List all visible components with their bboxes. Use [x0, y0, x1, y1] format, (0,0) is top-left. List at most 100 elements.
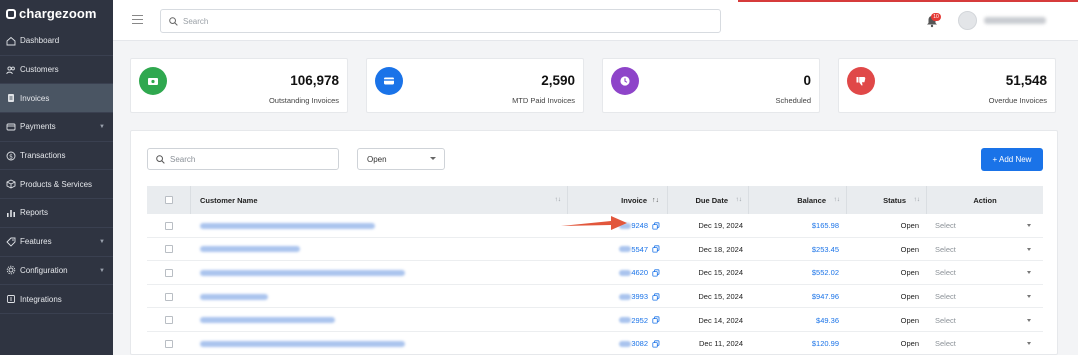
chevron-down-icon [430, 157, 436, 160]
sidebar-item-dashboard[interactable]: Dashboard [0, 27, 113, 56]
sidebar-item-products-services[interactable]: Products & Services [0, 170, 113, 200]
add-new-button[interactable]: + Add New [981, 148, 1043, 171]
balance-link[interactable]: $253.45 [749, 238, 847, 262]
customer-name-redacted[interactable] [200, 246, 300, 253]
action-select[interactable]: Select [927, 238, 1043, 262]
invoice-link[interactable]: 2952 [631, 316, 648, 325]
sidebar-item-invoices[interactable]: Invoices [0, 84, 113, 114]
action-select[interactable]: Select [927, 214, 1043, 238]
action-select[interactable]: Select [927, 285, 1043, 309]
invoice-link[interactable]: 3082 [631, 339, 648, 348]
balance-link[interactable]: $120.99 [749, 332, 847, 355]
global-search[interactable] [160, 9, 721, 33]
sidebar-item-label: Invoices [20, 93, 50, 103]
column-customer-name[interactable]: Customer Name ↑↓ [191, 186, 568, 214]
action-select[interactable]: Select [927, 261, 1043, 285]
hamburger-menu-icon[interactable] [132, 15, 143, 24]
sidebar-item-label: Payments [20, 122, 56, 132]
copy-icon[interactable] [652, 269, 660, 277]
customer-name-redacted[interactable] [200, 269, 405, 276]
stat-value: 106,978 [290, 73, 339, 88]
users-icon [5, 64, 16, 75]
customer-name-cell[interactable] [191, 214, 568, 238]
row-checkbox[interactable] [165, 316, 173, 325]
column-balance[interactable]: Balance ↑↓ [749, 186, 847, 214]
customer-name-cell[interactable] [191, 332, 568, 355]
copy-icon[interactable] [652, 340, 660, 348]
row-select-cell [147, 261, 191, 285]
customer-name-redacted[interactable] [200, 317, 335, 324]
table-row[interactable]: 3082 Dec 11, 2024 $120.99 Open Select [147, 332, 1043, 355]
sidebar-item-transactions[interactable]: $ Transactions [0, 142, 113, 171]
invoice-search-input[interactable] [170, 154, 330, 164]
select-all-checkbox[interactable] [164, 196, 173, 204]
status-cell: Open [900, 292, 919, 302]
user-name-redacted[interactable] [984, 17, 1046, 24]
svg-text:$: $ [9, 153, 13, 160]
customer-name-cell[interactable] [191, 285, 568, 309]
copy-icon[interactable] [652, 245, 660, 253]
row-checkbox[interactable] [165, 292, 173, 301]
stat-card-outstanding-invoices[interactable]: 106,978 Outstanding Invoices [130, 58, 348, 113]
column-status[interactable]: Status ↑↓ [847, 186, 927, 214]
copy-icon[interactable] [652, 316, 660, 324]
row-checkbox[interactable] [165, 339, 173, 348]
customer-name-redacted[interactable] [200, 222, 375, 229]
due-date-cell: Dec 19, 2024 [698, 221, 743, 231]
balance-link[interactable]: $165.98 [749, 214, 847, 238]
stat-card-scheduled[interactable]: 0 Scheduled [602, 58, 820, 113]
sidebar-item-payments[interactable]: Payments ▼ [0, 113, 113, 142]
sort-icon: ↑↓ [833, 196, 841, 203]
row-checkbox[interactable] [165, 268, 173, 277]
table-row[interactable]: 2952 Dec 14, 2024 $49.36 Open Select [147, 308, 1043, 332]
table-row[interactable]: 9248 Dec 19, 2024 $165.98 Open Select [147, 214, 1043, 238]
sidebar-item-reports[interactable]: Reports [0, 199, 113, 228]
invoice-link[interactable]: 3993 [631, 292, 648, 301]
sidebar-item-integrations[interactable]: Integrations [0, 285, 113, 314]
invoice-prefix-redacted [619, 340, 632, 347]
invoice-link[interactable]: 5547 [631, 245, 648, 254]
customer-name-cell[interactable] [191, 261, 568, 285]
balance-link[interactable]: $947.96 [749, 285, 847, 309]
sidebar-item-customers[interactable]: Customers [0, 56, 113, 85]
customer-name-redacted[interactable] [200, 293, 268, 300]
invoice-cell: 3082 [568, 332, 668, 355]
chevron-down-icon [1027, 295, 1031, 299]
stat-value: 2,590 [541, 73, 575, 88]
customer-name-cell[interactable] [191, 238, 568, 262]
invoice-search[interactable] [147, 148, 339, 170]
avatar[interactable] [958, 11, 977, 30]
customer-name-cell[interactable] [191, 308, 568, 332]
global-search-input[interactable] [183, 16, 683, 26]
sidebar-item-features[interactable]: Features ▼ [0, 228, 113, 257]
status-cell: Open [900, 221, 919, 231]
action-select[interactable]: Select [927, 308, 1043, 332]
stat-card-mtd-paid-invoices[interactable]: 2,590 MTD Paid Invoices [366, 58, 584, 113]
row-checkbox[interactable] [165, 221, 173, 230]
sidebar-item-configuration[interactable]: Configuration ▼ [0, 257, 113, 286]
balance-link[interactable]: $49.36 [749, 308, 847, 332]
due-date-cell: Dec 14, 2024 [698, 315, 743, 325]
action-select[interactable]: Select [927, 332, 1043, 355]
invoice-link[interactable]: 9248 [631, 221, 648, 230]
app-logo[interactable]: chargezoom [0, 0, 113, 27]
dollar-icon: $ [5, 150, 16, 161]
stat-card-overdue-invoices[interactable]: 51,548 Overdue Invoices [838, 58, 1056, 113]
customer-name-redacted[interactable] [200, 340, 405, 347]
stat-label: Outstanding Invoices [268, 96, 339, 105]
column-invoice[interactable]: Invoice ↑↓ [568, 186, 668, 214]
copy-icon[interactable] [652, 292, 660, 301]
sort-desc-icon: ↑↓ [652, 196, 659, 204]
row-checkbox[interactable] [165, 245, 173, 254]
balance-link[interactable]: $552.02 [749, 261, 847, 285]
invoice-link[interactable]: 4620 [631, 268, 648, 277]
table-row[interactable]: 3993 Dec 15, 2024 $947.96 Open Select [147, 285, 1043, 309]
select-all-cell [147, 186, 191, 214]
column-due-date[interactable]: Due Date ↑↓ [668, 186, 749, 214]
table-row[interactable]: 5547 Dec 18, 2024 $253.45 Open Select [147, 238, 1043, 262]
table-row[interactable]: 4620 Dec 15, 2024 $552.02 Open Select [147, 261, 1043, 285]
row-select-cell [147, 285, 191, 309]
status-filter-select[interactable]: Open [357, 148, 445, 170]
copy-icon[interactable] [652, 222, 660, 230]
invoice-prefix-redacted [619, 317, 632, 324]
